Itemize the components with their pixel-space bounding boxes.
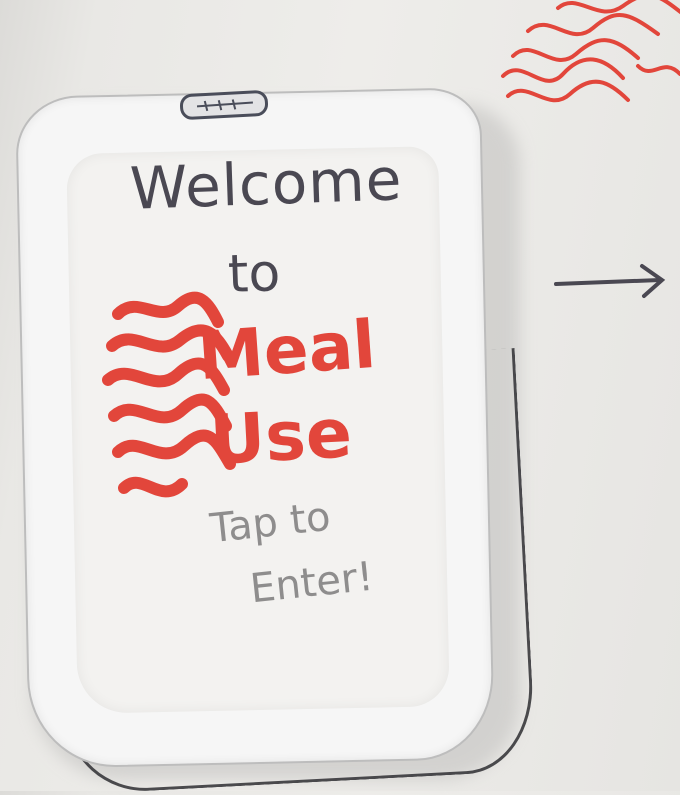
noodles-icon [501, 0, 680, 103]
app-name-meal: Meal [195, 305, 379, 396]
app-name-use: Use [208, 394, 354, 481]
welcome-title: Welcome [128, 145, 404, 223]
speaker-slot-icon [179, 89, 269, 121]
arrow-right-icon [554, 264, 666, 298]
paper-prototype-scene: Welcome to Meal Use Tap to Enter! [0, 0, 680, 795]
